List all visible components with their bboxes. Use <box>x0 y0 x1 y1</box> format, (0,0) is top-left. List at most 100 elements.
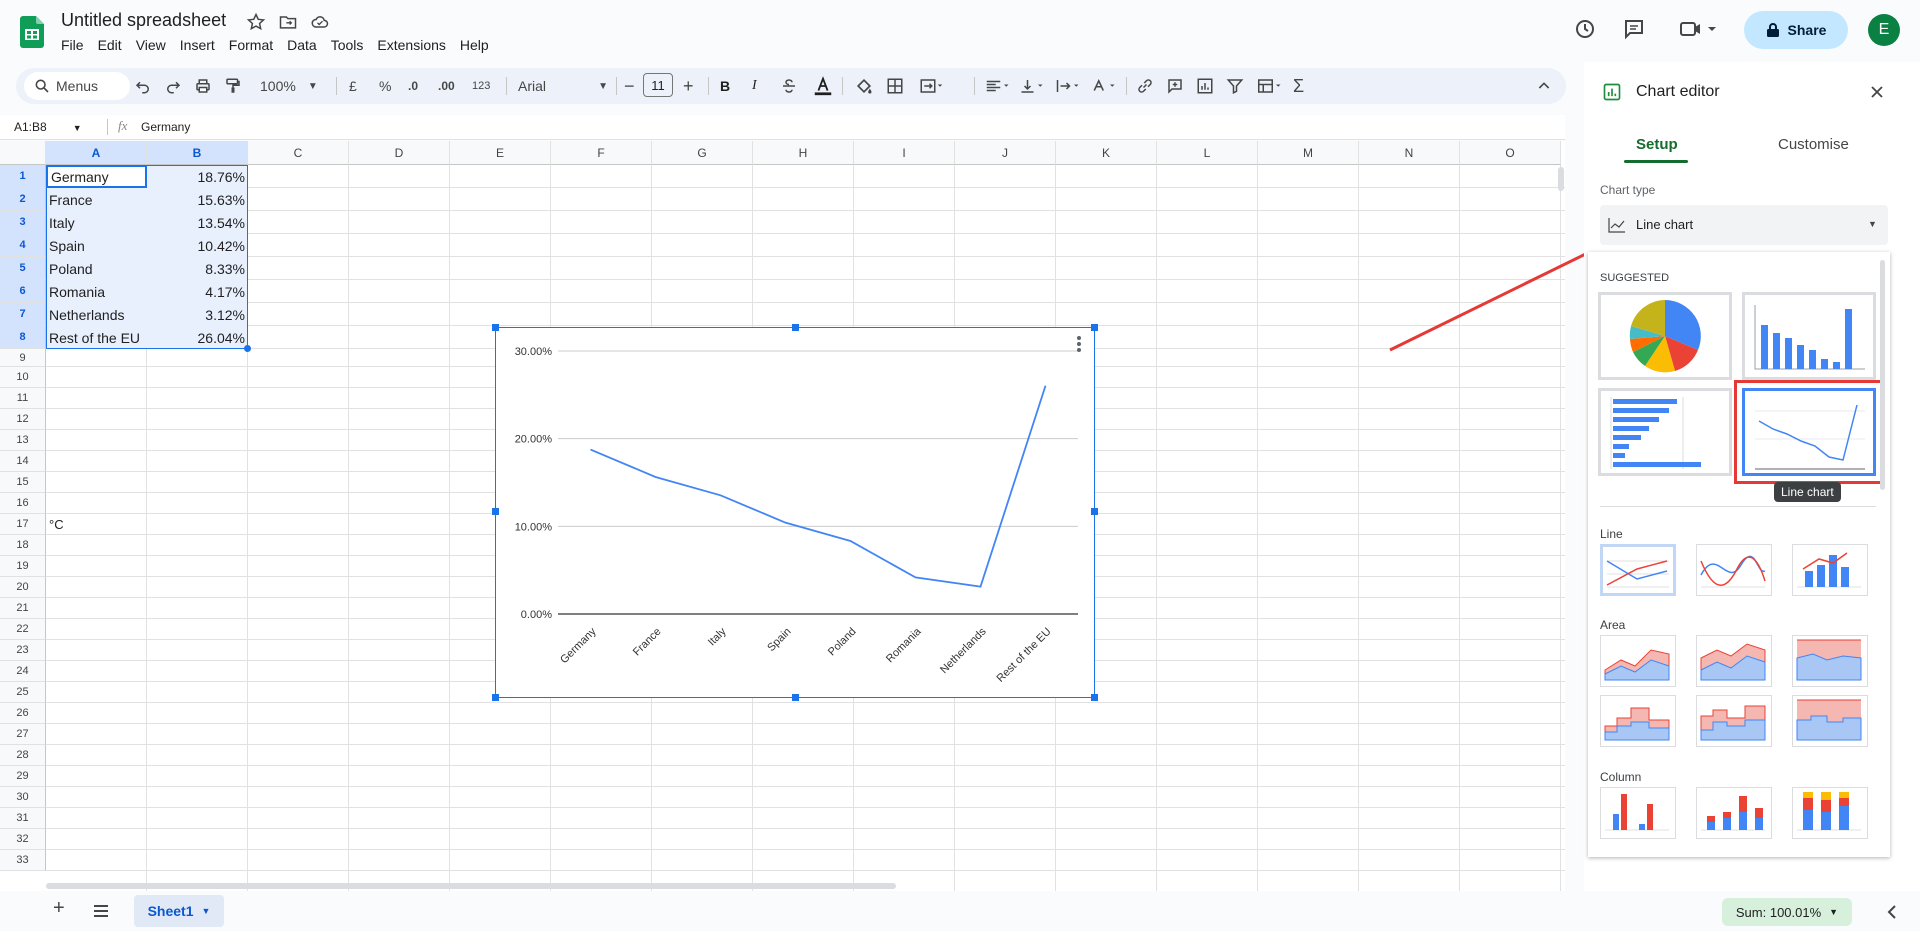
italic-button[interactable]: I <box>752 68 757 104</box>
column-header-o[interactable]: O <box>1460 141 1561 165</box>
decrease-decimal-button[interactable]: .0 <box>408 68 418 104</box>
cell-b5[interactable]: 8.33% <box>147 257 248 280</box>
column-header-a[interactable]: A <box>46 141 147 165</box>
horizontal-align-icon[interactable] <box>982 77 1014 95</box>
row-header-10[interactable]: 10 <box>0 367 46 388</box>
row-header-23[interactable]: 23 <box>0 640 46 661</box>
zoom-select[interactable]: 100% ▼ <box>260 68 318 104</box>
move-folder-icon[interactable] <box>278 12 298 32</box>
column-header-b[interactable]: B <box>147 141 248 165</box>
line-chart[interactable]: 0.00% 10.00% 20.00% 30.00% Germany France Ital… <box>495 327 1095 698</box>
cell-b7[interactable]: 3.12% <box>147 303 248 326</box>
menu-file[interactable]: File <box>61 37 91 53</box>
cell-a5[interactable]: Poland <box>46 257 147 280</box>
column-chart-option[interactable] <box>1600 787 1676 839</box>
print-icon[interactable] <box>194 77 212 95</box>
column-header-d[interactable]: D <box>349 141 450 165</box>
menu-edit[interactable]: Edit <box>91 37 129 53</box>
chevron-left-icon[interactable] <box>1886 905 1898 919</box>
strikethrough-icon[interactable] <box>780 77 798 95</box>
menu-data[interactable]: Data <box>280 37 324 53</box>
insert-comment-icon[interactable] <box>1166 77 1184 95</box>
row-header-4[interactable]: 4 <box>0 234 46 257</box>
resize-handle[interactable] <box>792 324 799 331</box>
vertical-scrollbar[interactable] <box>1558 167 1564 191</box>
column-header-j[interactable]: J <box>955 141 1056 165</box>
suggested-bar-chart[interactable] <box>1598 388 1732 476</box>
insert-chart-icon[interactable] <box>1196 77 1214 95</box>
row-header-8[interactable]: 8 <box>0 326 46 349</box>
stepped-area-chart-option[interactable] <box>1600 695 1676 747</box>
percent-button[interactable]: % <box>379 68 391 104</box>
row-header-31[interactable]: 31 <box>0 808 46 829</box>
menus-search[interactable]: Menus <box>24 72 130 100</box>
combo-chart-option[interactable] <box>1792 544 1868 596</box>
text-wrapping-icon[interactable] <box>1052 77 1084 95</box>
stacked-stepped-area-option[interactable] <box>1696 695 1772 747</box>
row-header-28[interactable]: 28 <box>0 745 46 766</box>
menu-help[interactable]: Help <box>453 37 496 53</box>
row-header-12[interactable]: 12 <box>0 409 46 430</box>
column-header-n[interactable]: N <box>1359 141 1460 165</box>
suggested-column-chart[interactable] <box>1742 292 1876 380</box>
chart-type-select[interactable]: Line chart ▼ <box>1600 205 1888 245</box>
cell-a3[interactable]: Italy <box>46 211 147 234</box>
row-header-15[interactable]: 15 <box>0 472 46 493</box>
currency-button[interactable]: £ <box>349 68 357 104</box>
text-rotation-icon[interactable] <box>1088 77 1120 95</box>
row-header-16[interactable]: 16 <box>0 493 46 514</box>
resize-handle[interactable] <box>792 694 799 701</box>
column-header-k[interactable]: K <box>1056 141 1157 165</box>
tab-setup[interactable]: Setup <box>1636 136 1678 153</box>
filter-icon[interactable] <box>1226 77 1244 95</box>
row-header-25[interactable]: 25 <box>0 682 46 703</box>
row-header-18[interactable]: 18 <box>0 535 46 556</box>
share-button[interactable]: Share <box>1744 11 1848 49</box>
stacked-column-chart-option[interactable] <box>1696 787 1772 839</box>
borders-icon[interactable] <box>886 77 904 95</box>
paint-format-icon[interactable] <box>224 77 242 95</box>
row-header-17[interactable]: 17 <box>0 514 46 535</box>
column-header-c[interactable]: C <box>248 141 349 165</box>
line-chart-option[interactable] <box>1600 544 1676 596</box>
column-header-m[interactable]: M <box>1258 141 1359 165</box>
row-header-22[interactable]: 22 <box>0 619 46 640</box>
cell-a4[interactable]: Spain <box>46 234 147 257</box>
cell-b1[interactable]: 18.76% <box>147 165 248 188</box>
row-header-30[interactable]: 30 <box>0 787 46 808</box>
cell-b3[interactable]: 13.54% <box>147 211 248 234</box>
resize-handle[interactable] <box>492 694 499 701</box>
chevron-up-icon[interactable] <box>1536 78 1552 94</box>
resize-handle[interactable] <box>1091 508 1098 515</box>
cell-a2[interactable]: France <box>46 188 147 211</box>
redo-icon[interactable] <box>164 77 182 95</box>
suggested-pie-chart[interactable] <box>1598 292 1732 380</box>
resize-handle[interactable] <box>492 508 499 515</box>
name-box[interactable]: A1:B8 ▼ <box>14 120 82 134</box>
row-header-1[interactable]: 1 <box>0 165 46 188</box>
chart-more-icon[interactable] <box>1076 334 1082 354</box>
row-header-7[interactable]: 7 <box>0 303 46 326</box>
menu-format[interactable]: Format <box>222 37 280 53</box>
resize-handle[interactable] <box>1091 694 1098 701</box>
dropdown-scrollbar[interactable] <box>1880 260 1885 490</box>
resize-handle[interactable] <box>492 324 499 331</box>
select-all-corner[interactable] <box>0 141 46 165</box>
font-select[interactable]: Arial ▼ <box>518 68 608 104</box>
column-header-l[interactable]: L <box>1157 141 1258 165</box>
sheets-logo-icon[interactable] <box>20 16 44 48</box>
undo-icon[interactable] <box>134 77 152 95</box>
menu-insert[interactable]: Insert <box>173 37 222 53</box>
column-header-f[interactable]: F <box>551 141 652 165</box>
column-header-g[interactable]: G <box>652 141 753 165</box>
percent-stepped-area-option[interactable] <box>1792 695 1868 747</box>
row-header-32[interactable]: 32 <box>0 829 46 850</box>
percent-column-chart-option[interactable] <box>1792 787 1868 839</box>
cell-b2[interactable]: 15.63% <box>147 188 248 211</box>
row-header-14[interactable]: 14 <box>0 451 46 472</box>
row-header-6[interactable]: 6 <box>0 280 46 303</box>
insert-link-icon[interactable] <box>1136 77 1154 95</box>
star-icon[interactable] <box>246 12 266 32</box>
row-header-11[interactable]: 11 <box>0 388 46 409</box>
horizontal-scrollbar[interactable] <box>46 883 896 889</box>
